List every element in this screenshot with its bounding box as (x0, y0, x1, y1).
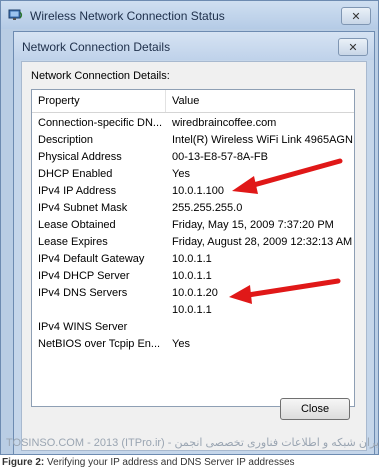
red-arrow-icon (229, 278, 341, 304)
dialog-close-x-button[interactable]: ✕ (338, 38, 368, 56)
row-value: 10.0.1.100 (172, 185, 224, 197)
row-property: IPv4 DHCP Server (38, 270, 130, 282)
dialog-title: Network Connection Details (22, 40, 171, 54)
row-value: Friday, May 15, 2009 7:37:20 PM (172, 219, 334, 231)
outer-window-title: Wireless Network Connection Status (30, 9, 225, 23)
row-property: IPv4 DNS Servers (38, 287, 128, 299)
table-row[interactable]: Lease Expires Friday, August 28, 2009 12… (32, 234, 354, 251)
caption-text: Verifying your IP address and DNS Server… (44, 457, 295, 468)
column-header-value[interactable]: Value (172, 95, 199, 107)
row-value: Friday, August 28, 2009 12:32:13 AM (172, 236, 353, 248)
row-value: 255.255.255.0 (172, 202, 243, 214)
row-value: Yes (172, 168, 190, 180)
row-property: NetBIOS over Tcpip En... (38, 338, 161, 350)
network-connection-icon (8, 9, 23, 20)
row-property: Description (38, 134, 94, 146)
details-listview[interactable]: Property Value Connection-specific DN...… (31, 89, 355, 407)
table-row[interactable]: Lease Obtained Friday, May 15, 2009 7:37… (32, 217, 354, 234)
column-divider[interactable] (165, 90, 166, 112)
watermark: TOSINSO.COM - 2013 (ITPro.ir) - ایران شب… (6, 437, 379, 449)
table-row[interactable]: IPv4 WINS Server (32, 319, 354, 336)
row-value: 10.0.1.1 (172, 270, 212, 282)
column-header-property[interactable]: Property (38, 95, 80, 107)
figure-caption: Figure 2: Verifying your IP address and … (2, 457, 295, 468)
row-value: Intel(R) Wireless WiFi Link 4965AGN (172, 134, 353, 146)
row-property: Lease Expires (38, 236, 108, 248)
row-property: Physical Address (38, 151, 122, 163)
dialog-titlebar: Network Connection Details ✕ (14, 32, 374, 60)
row-value: 10.0.1.20 (172, 287, 218, 299)
row-property: IPv4 WINS Server (38, 321, 128, 333)
row-value: 10.0.1.1 (172, 253, 212, 265)
close-icon: ✕ (348, 41, 358, 54)
table-row[interactable]: IPv4 Subnet Mask 255.255.255.0 (32, 200, 354, 217)
outer-titlebar: Wireless Network Connection Status ✕ (1, 1, 378, 29)
outer-close-button[interactable]: ✕ (341, 7, 371, 25)
table-row[interactable]: IPv4 Default Gateway 10.0.1.1 (32, 251, 354, 268)
close-icon: ✕ (351, 10, 361, 23)
row-property: DHCP Enabled (38, 168, 113, 180)
close-button[interactable]: Close (280, 398, 350, 420)
row-property: IPv4 IP Address (38, 185, 117, 197)
row-value: 10.0.1.1 (172, 304, 212, 316)
red-arrow-icon (232, 158, 343, 194)
row-property: IPv4 Subnet Mask (38, 202, 128, 214)
row-value: wiredbraincoffee.com (172, 117, 277, 129)
dialog-client-area: Network Connection Details: Property Val… (21, 61, 367, 451)
caption-label: Figure 2: (2, 457, 45, 468)
table-row[interactable]: Description Intel(R) Wireless WiFi Link … (32, 132, 354, 149)
connection-details-dialog: Network Connection Details ✕ Network Con… (13, 31, 375, 455)
row-value: Yes (172, 338, 190, 350)
table-row[interactable]: NetBIOS over Tcpip En... Yes (32, 336, 354, 353)
listview-header: Property Value (32, 90, 354, 113)
row-property: Lease Obtained (38, 219, 116, 231)
row-property: Connection-specific DN... (38, 117, 163, 129)
details-group-label: Network Connection Details: (31, 70, 170, 82)
table-row[interactable]: Connection-specific DN... wiredbraincoff… (32, 115, 354, 132)
row-property: IPv4 Default Gateway (38, 253, 145, 265)
